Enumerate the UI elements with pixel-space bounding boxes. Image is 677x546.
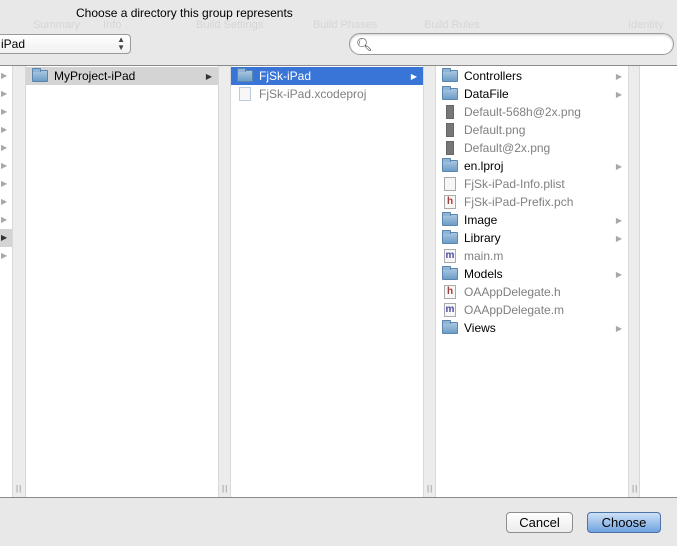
- png-file-icon: [446, 141, 454, 155]
- list-item[interactable]: Default@2x.png: [436, 139, 628, 157]
- chevron-right-icon: ▶: [615, 161, 622, 171]
- header-file-icon: h: [444, 195, 456, 209]
- header-file-icon: h: [444, 285, 456, 299]
- list-item[interactable]: h FjSk-iPad-Prefix.pch: [436, 193, 628, 211]
- updown-arrows-icon: ▲ ▼: [117, 35, 125, 52]
- list-item[interactable]: FjSk-iPad-Info.plist: [436, 175, 628, 193]
- item-label: OAAppDelegate.h: [464, 285, 561, 299]
- chevron-right-icon: ▶: [205, 71, 212, 81]
- chevron-right-icon: ▶: [410, 71, 417, 81]
- list-item[interactable]: Controllers ▶: [436, 67, 628, 85]
- folder-icon: [442, 158, 458, 172]
- choose-button[interactable]: Choose: [587, 512, 661, 533]
- xcodeproj-icon: [239, 87, 251, 101]
- item-label: OAAppDelegate.m: [464, 303, 565, 317]
- list-item[interactable]: DataFile ▶: [436, 85, 628, 103]
- chevron-right-icon: ▶: [615, 89, 622, 99]
- list-item[interactable]: ▶: [0, 211, 12, 229]
- item-label: en.lproj: [464, 159, 504, 173]
- column-0: ▶ ▶ ▶ ▶ ▶ ▶ ▶ ▶ ▶ ▶ ▶: [0, 66, 12, 497]
- item-label: Default-568h@2x.png: [464, 105, 581, 119]
- list-item[interactable]: FjSk-iPad.xcodeproj: [231, 85, 423, 103]
- item-label: Default.png: [464, 123, 526, 137]
- item-label: Default@2x.png: [464, 141, 551, 155]
- list-item[interactable]: h OAAppDelegate.h: [436, 283, 628, 301]
- png-file-icon: [446, 123, 454, 137]
- png-file-icon: [446, 105, 454, 119]
- search-icon: 🔍︎: [356, 37, 373, 52]
- item-label: Controllers: [464, 69, 523, 83]
- list-item[interactable]: m main.m: [436, 247, 628, 265]
- folder-icon: [442, 266, 458, 280]
- ghost-tab: Build Phases: [313, 19, 378, 31]
- column-resizer[interactable]: ||: [12, 66, 26, 497]
- ghost-tab: Build Settings: [196, 19, 264, 31]
- location-popup-value: iPad: [1, 37, 26, 51]
- item-label: Image: [464, 213, 498, 227]
- folder-icon: [442, 230, 458, 244]
- item-label: DataFile: [464, 87, 509, 101]
- location-popup[interactable]: iPad ▲ ▼: [0, 34, 131, 54]
- ghost-tab: Build Rules: [424, 19, 480, 31]
- list-item[interactable]: ▶: [0, 247, 12, 265]
- column-browser: ▶ ▶ ▶ ▶ ▶ ▶ ▶ ▶ ▶ ▶ ▶ || MyProject-iPad ▶ || FjSk-i…: [0, 65, 677, 498]
- list-item[interactable]: en.lproj ▶: [436, 157, 628, 175]
- list-item[interactable]: ▶: [0, 229, 12, 247]
- objc-file-icon: m: [444, 303, 456, 317]
- list-item[interactable]: MyProject-iPad ▶: [26, 67, 218, 85]
- list-item[interactable]: ▶: [0, 67, 12, 85]
- folder-icon: [442, 86, 458, 100]
- list-item[interactable]: Image ▶: [436, 211, 628, 229]
- column-3: Controllers ▶ DataFile ▶ Default-568h@2x.png…: [436, 66, 628, 497]
- ghost-tab: Summary: [33, 19, 81, 31]
- chevron-right-icon: ▶: [615, 269, 622, 279]
- list-item[interactable]: FjSk-iPad ▶: [231, 67, 423, 85]
- list-item[interactable]: Views ▶: [436, 319, 628, 337]
- chevron-right-icon: ▶: [615, 323, 622, 333]
- column-resizer[interactable]: ||: [423, 66, 436, 497]
- list-item[interactable]: ▶: [0, 139, 12, 157]
- list-item[interactable]: ▶: [0, 103, 12, 121]
- list-item[interactable]: Default-568h@2x.png: [436, 103, 628, 121]
- item-label: FjSk-iPad-Prefix.pch: [464, 195, 574, 209]
- item-label: main.m: [464, 249, 504, 263]
- folder-icon: [32, 68, 48, 82]
- item-label: Library: [464, 231, 501, 245]
- list-item[interactable]: Library ▶: [436, 229, 628, 247]
- folder-icon: [442, 68, 458, 82]
- column-2: FjSk-iPad ▶ FjSk-iPad.xcodeproj: [231, 66, 423, 497]
- folder-icon: [237, 68, 253, 82]
- item-label: Views: [464, 321, 496, 335]
- list-item[interactable]: ▶: [0, 193, 12, 211]
- column-4: [640, 66, 677, 497]
- list-item[interactable]: ▶: [0, 175, 12, 193]
- chevron-right-icon: ▶: [615, 233, 622, 243]
- chevron-right-icon: ▶: [615, 71, 622, 81]
- item-label: Models: [464, 267, 503, 281]
- ghost-inspector: Identity: [628, 19, 664, 31]
- folder-icon: [442, 212, 458, 226]
- list-item[interactable]: ▶: [0, 157, 12, 175]
- cancel-button[interactable]: Cancel: [506, 512, 573, 533]
- column-resizer[interactable]: ||: [628, 66, 640, 497]
- list-item[interactable]: Default.png: [436, 121, 628, 139]
- ghost-tab: Info: [103, 19, 122, 31]
- plist-file-icon: [444, 177, 456, 191]
- folder-icon: [442, 320, 458, 334]
- item-label: FjSk-iPad: [259, 69, 312, 83]
- item-label: MyProject-iPad: [54, 69, 136, 83]
- column-1: MyProject-iPad ▶: [26, 66, 218, 497]
- item-label: FjSk-iPad-Info.plist: [464, 177, 565, 191]
- list-item[interactable]: Models ▶: [436, 265, 628, 283]
- chevron-right-icon: ▶: [615, 215, 622, 225]
- list-item[interactable]: m OAAppDelegate.m: [436, 301, 628, 319]
- list-item[interactable]: ▶: [0, 121, 12, 139]
- search-input[interactable]: 🔍︎: [349, 33, 674, 55]
- item-label: FjSk-iPad.xcodeproj: [259, 87, 367, 101]
- column-resizer[interactable]: ||: [218, 66, 231, 497]
- list-item[interactable]: ▶: [0, 85, 12, 103]
- objc-file-icon: m: [444, 249, 456, 263]
- dialog-title: Choose a directory this group represents: [76, 6, 293, 20]
